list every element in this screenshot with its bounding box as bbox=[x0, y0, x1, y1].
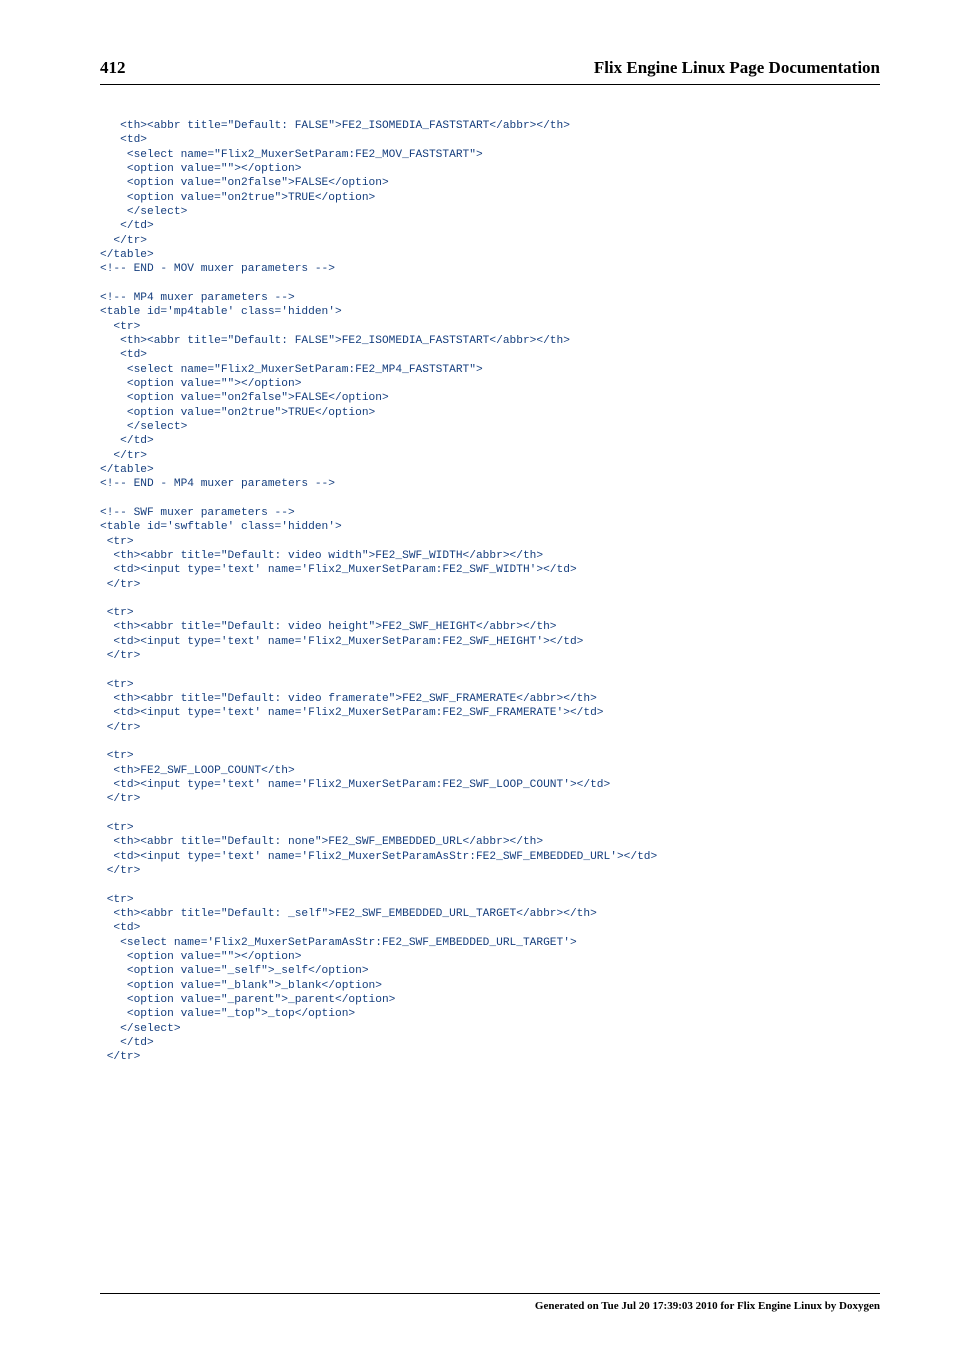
page-number: 412 bbox=[100, 58, 126, 78]
code-block: <th><abbr title="Default: FALSE">FE2_ISO… bbox=[100, 119, 880, 1065]
page-title: Flix Engine Linux Page Documentation bbox=[594, 58, 880, 78]
page-header: 412 Flix Engine Linux Page Documentation bbox=[100, 58, 880, 85]
page-footer: Generated on Tue Jul 20 17:39:03 2010 fo… bbox=[100, 1293, 880, 1312]
